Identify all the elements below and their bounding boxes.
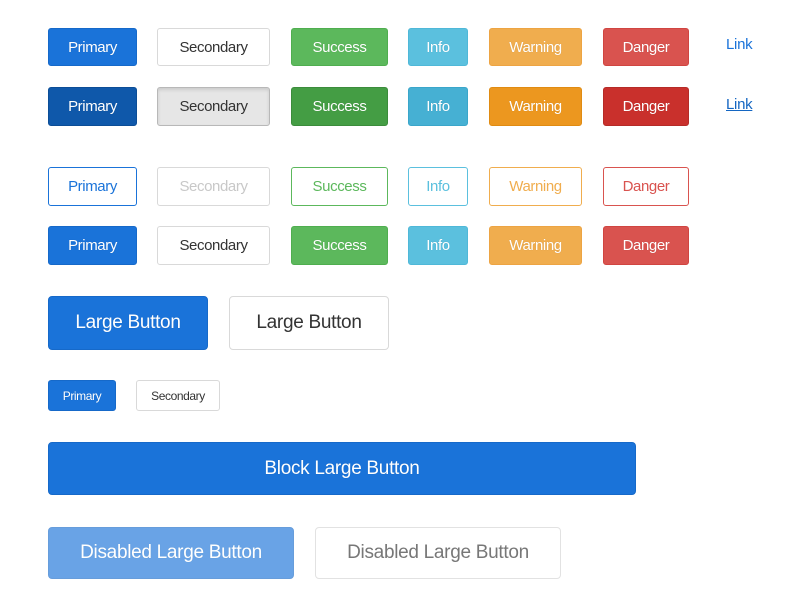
large-secondary-button[interactable]: Large Button (229, 296, 389, 350)
secondary-button-active[interactable]: Secondary (157, 87, 270, 126)
primary-button-active[interactable]: Primary (48, 87, 137, 126)
success-button[interactable]: Success (291, 28, 388, 66)
info-button[interactable]: Info (408, 28, 468, 66)
secondary-solid-button[interactable]: Secondary (157, 226, 270, 265)
block-large-button[interactable]: Block Large Button (48, 442, 636, 495)
small-primary-button[interactable]: Primary (48, 380, 116, 411)
success-solid-button[interactable]: Success (291, 226, 388, 265)
primary-outline-button[interactable]: Primary (48, 167, 137, 206)
success-button-active[interactable]: Success (291, 87, 388, 126)
info-button-active[interactable]: Info (408, 87, 468, 126)
info-outline-button[interactable]: Info (408, 167, 468, 206)
warning-solid-button[interactable]: Warning (489, 226, 582, 265)
success-outline-button[interactable]: Success (291, 167, 388, 206)
large-primary-button[interactable]: Large Button (48, 296, 208, 350)
danger-button[interactable]: Danger (603, 28, 689, 66)
warning-button-active[interactable]: Warning (489, 87, 582, 126)
link-button-active[interactable]: Link (726, 96, 753, 113)
danger-solid-button[interactable]: Danger (603, 226, 689, 265)
primary-button[interactable]: Primary (48, 28, 137, 66)
warning-outline-button[interactable]: Warning (489, 167, 582, 206)
link-button[interactable]: Link (726, 36, 753, 53)
small-secondary-button[interactable]: Secondary (136, 380, 220, 411)
disabled-large-primary-button: Disabled Large Button (48, 527, 294, 579)
info-solid-button[interactable]: Info (408, 226, 468, 265)
disabled-large-secondary-button: Disabled Large Button (315, 527, 561, 579)
danger-button-active[interactable]: Danger (603, 87, 689, 126)
secondary-outline-button[interactable]: Secondary (157, 167, 270, 206)
warning-button[interactable]: Warning (489, 28, 582, 66)
primary-solid-button[interactable]: Primary (48, 226, 137, 265)
secondary-button[interactable]: Secondary (157, 28, 270, 66)
danger-outline-button[interactable]: Danger (603, 167, 689, 206)
